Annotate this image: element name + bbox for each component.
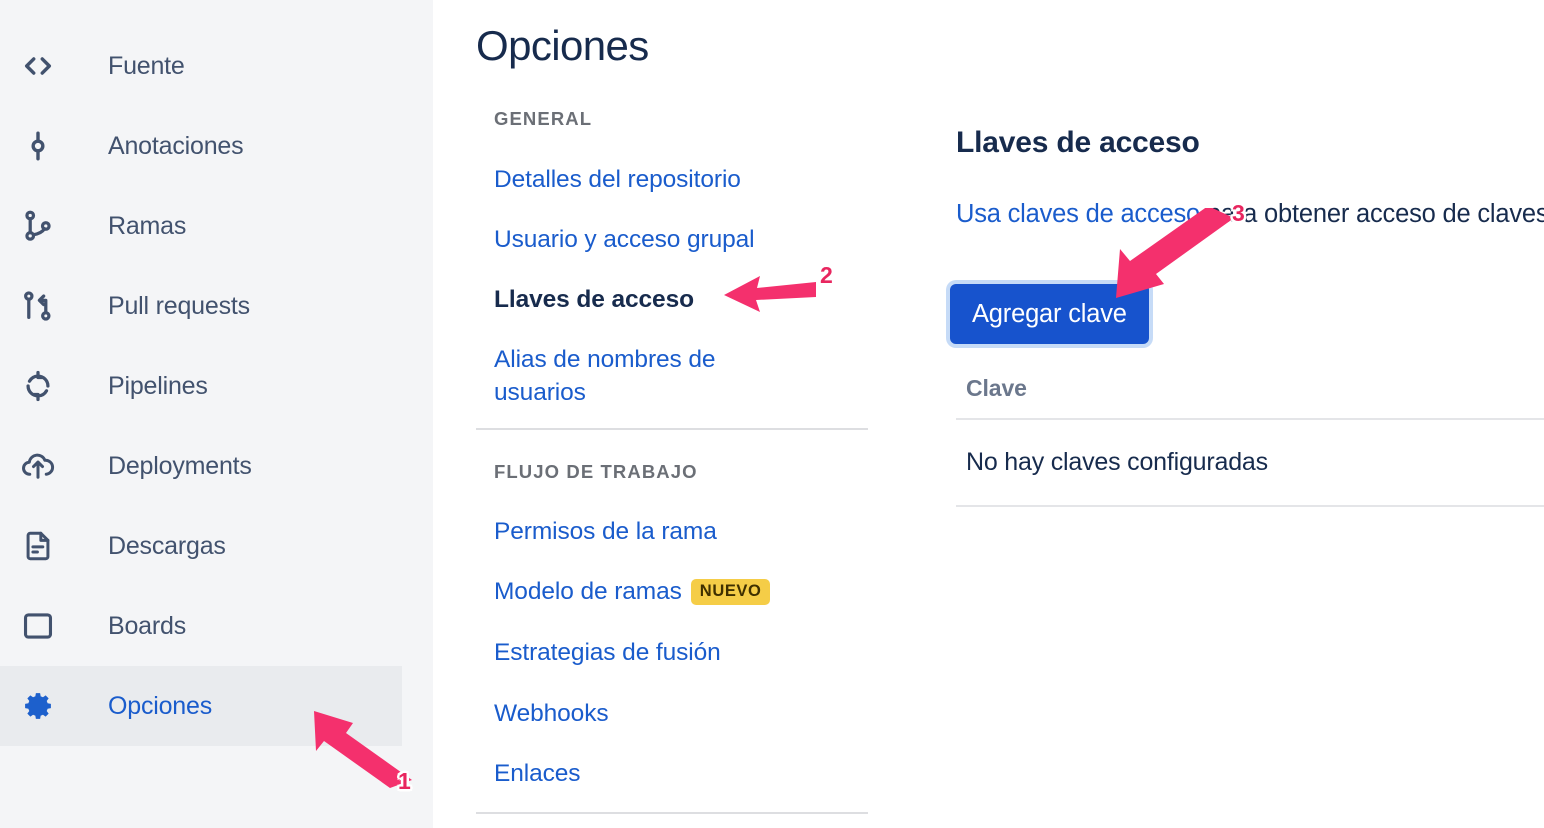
options-group-heading-general: GENERAL bbox=[494, 108, 593, 129]
left-sidebar: Fuente Anotaciones Ramas Pull requests P bbox=[0, 0, 433, 828]
sidebar-item-anotaciones[interactable]: Anotaciones bbox=[0, 106, 402, 186]
option-link-label: Modelo de ramas bbox=[494, 578, 682, 605]
sidebar-item-label: Boards bbox=[108, 611, 187, 640]
commit-icon bbox=[18, 126, 58, 166]
page-title: Opciones bbox=[476, 22, 649, 70]
gear-icon bbox=[18, 686, 58, 726]
option-link-webhooks[interactable]: Webhooks bbox=[494, 697, 609, 730]
sidebar-item-boards[interactable]: Boards bbox=[0, 586, 402, 666]
detail-panel-title: Llaves de acceso bbox=[956, 125, 1200, 159]
sidebar-item-label: Pull requests bbox=[108, 291, 250, 320]
option-link-enlaces[interactable]: Enlaces bbox=[494, 757, 581, 790]
pull-request-icon bbox=[18, 286, 58, 326]
table-row-empty: No hay claves configuradas bbox=[966, 448, 1268, 476]
detail-panel-description: Usa claves de acceso para obtener acceso… bbox=[956, 191, 1544, 237]
sidebar-item-fuente[interactable]: Fuente bbox=[0, 26, 402, 106]
sidebar-item-pipelines[interactable]: Pipelines bbox=[0, 346, 402, 426]
status-badge-nuevo: NUEVO bbox=[690, 579, 771, 605]
code-brackets-icon bbox=[18, 46, 58, 86]
add-key-button[interactable]: Agregar clave bbox=[950, 284, 1149, 344]
keys-table: Clave No hay claves configuradas bbox=[956, 375, 1544, 507]
option-link-modelo-de-ramas[interactable]: Modelo de ramas NUEVO bbox=[494, 575, 771, 608]
sidebar-item-deployments[interactable]: Deployments bbox=[0, 426, 402, 506]
options-divider-top bbox=[476, 428, 868, 430]
sidebar-item-opciones[interactable]: Opciones bbox=[0, 666, 402, 746]
sidebar-item-label: Pipelines bbox=[108, 371, 208, 400]
option-link-usuario-y-acceso-grupal[interactable]: Usuario y acceso grupal bbox=[494, 223, 755, 256]
options-group-heading-flujo-de-trabajo: FLUJO DE TRABAJO bbox=[494, 461, 698, 482]
cloud-upload-icon bbox=[18, 446, 58, 486]
description-link[interactable]: Usa claves de acceso bbox=[956, 200, 1200, 228]
option-link-estrategias-de-fusion[interactable]: Estrategias de fusión bbox=[494, 636, 721, 669]
options-divider-bottom bbox=[476, 812, 868, 814]
sidebar-item-pull-requests[interactable]: Pull requests bbox=[0, 266, 402, 346]
option-link-llaves-de-acceso[interactable]: Llaves de acceso bbox=[494, 283, 694, 316]
options-menu-column: Opciones GENERAL Detalles del repositori… bbox=[433, 0, 911, 828]
sidebar-item-descargas[interactable]: Descargas bbox=[0, 506, 402, 586]
description-text: para obtener acceso de claves SSH. bbox=[1206, 199, 1544, 228]
pipeline-icon bbox=[18, 366, 58, 406]
option-link-detalles-del-repositorio[interactable]: Detalles del repositorio bbox=[494, 163, 741, 196]
sidebar-item-label: Descargas bbox=[108, 531, 226, 560]
branch-icon bbox=[18, 206, 58, 246]
document-icon bbox=[18, 526, 58, 566]
table-column-header-clave: Clave bbox=[966, 375, 1027, 401]
sidebar-item-label: Anotaciones bbox=[108, 131, 244, 160]
sidebar-item-label: Opciones bbox=[108, 691, 213, 720]
option-link-permisos-de-la-rama[interactable]: Permisos de la rama bbox=[494, 515, 717, 548]
app-root: Fuente Anotaciones Ramas Pull requests P bbox=[0, 0, 1544, 828]
sidebar-item-label: Deployments bbox=[108, 451, 252, 480]
table-row-rule bbox=[956, 505, 1544, 507]
sidebar-item-label: Fuente bbox=[108, 51, 185, 80]
sidebar-item-label: Ramas bbox=[108, 211, 187, 240]
board-icon bbox=[18, 606, 58, 646]
option-link-alias-de-nombres-de-usuarios[interactable]: Alias de nombres de usuarios bbox=[494, 343, 779, 409]
sidebar-item-ramas[interactable]: Ramas bbox=[0, 186, 402, 266]
